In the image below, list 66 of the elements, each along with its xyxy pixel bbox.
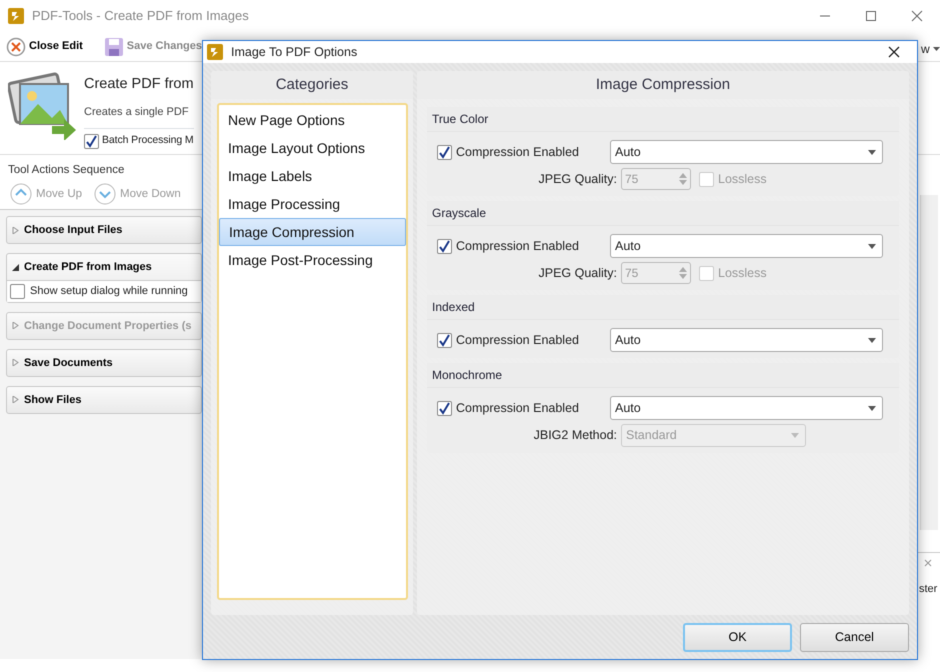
caret-icon	[932, 47, 940, 51]
checkbox[interactable]	[437, 144, 452, 160]
field-label: JPEG Quality:	[538, 264, 617, 282]
down-chevron-icon	[94, 183, 116, 206]
caret-icon	[868, 338, 876, 342]
dropdown[interactable]: Auto	[610, 396, 883, 420]
checkbox-label: Compression Enabled	[456, 400, 579, 417]
toolbar-text: w	[921, 41, 930, 58]
close-icon	[6, 36, 26, 56]
up-chevron-icon	[10, 183, 32, 206]
expand-triangle-icon	[12, 359, 19, 366]
scrollbar[interactable]	[920, 195, 938, 530]
toolbar-button[interactable]: Close Edit	[4, 34, 85, 58]
checkbox[interactable]	[437, 238, 452, 254]
category-item[interactable]: Image Labels	[219, 162, 406, 190]
app-logo-icon	[207, 44, 223, 60]
checkbox[interactable]	[84, 134, 99, 149]
expand-triangle-icon	[12, 396, 19, 404]
section-title: Tool Actions Sequence	[8, 163, 124, 178]
caret-icon	[868, 150, 876, 154]
caret-icon	[868, 406, 876, 410]
spin-arrows-icon	[679, 173, 687, 185]
collapse-triangle-icon	[12, 264, 19, 271]
panel-text: ster	[919, 582, 938, 597]
checkbox[interactable]	[437, 332, 452, 348]
action-header[interactable]: Choose Input Files	[7, 217, 201, 244]
close-icon	[911, 10, 923, 22]
close-icon	[924, 559, 932, 567]
checkbox[interactable]	[10, 284, 25, 299]
expand-triangle-icon	[12, 322, 19, 330]
checkbox[interactable]	[437, 400, 452, 416]
category-item[interactable]: Image Compression	[219, 218, 406, 246]
checkbox-label: Batch Processing M	[102, 133, 194, 148]
checkbox-label: Show setup dialog while running	[30, 284, 188, 300]
checkbox-label: Lossless	[718, 170, 767, 188]
category-item[interactable]: Image Processing	[219, 190, 406, 218]
dropdown[interactable]: Auto	[610, 140, 883, 164]
app-logo-icon	[8, 8, 24, 24]
dropdown[interactable]: Auto	[610, 234, 883, 258]
action-header[interactable]: Create PDF from Images	[7, 254, 201, 280]
checkbox[interactable]	[699, 266, 714, 280]
category-item[interactable]: Image Layout Options	[219, 134, 406, 162]
field-label: JPEG Quality:	[538, 170, 617, 188]
spin-arrows-icon	[679, 267, 687, 279]
maximize-icon	[865, 10, 877, 22]
window-title: PDF-Tools - Create PDF from Images	[32, 7, 249, 26]
caret-icon	[791, 433, 799, 438]
dropdown[interactable]: Auto	[610, 328, 883, 352]
close-icon	[888, 46, 900, 58]
checkbox-label: Lossless	[718, 264, 767, 282]
action-header[interactable]: Save Documents	[7, 350, 201, 376]
checkbox-label: Compression Enabled	[456, 144, 579, 161]
caret-icon	[868, 244, 876, 248]
dialog-title: Image To PDF Options	[231, 44, 358, 61]
action-header[interactable]: Show Files	[7, 386, 201, 413]
dialog-button[interactable]: OK	[683, 623, 792, 652]
category-item[interactable]: Image Post-Processing	[219, 246, 406, 274]
checkbox[interactable]	[699, 172, 714, 186]
checkbox-label: Compression Enabled	[456, 332, 579, 349]
header-title: Create PDF from	[84, 75, 194, 94]
checkbox-label: Compression Enabled	[456, 238, 579, 255]
field-label: JBIG2 Method:	[532, 427, 617, 444]
category-item[interactable]: New Page Options	[219, 106, 406, 134]
dialog-button[interactable]: Cancel	[800, 623, 909, 652]
header-description: Creates a single PDF	[84, 104, 190, 120]
expand-triangle-icon	[12, 226, 19, 234]
